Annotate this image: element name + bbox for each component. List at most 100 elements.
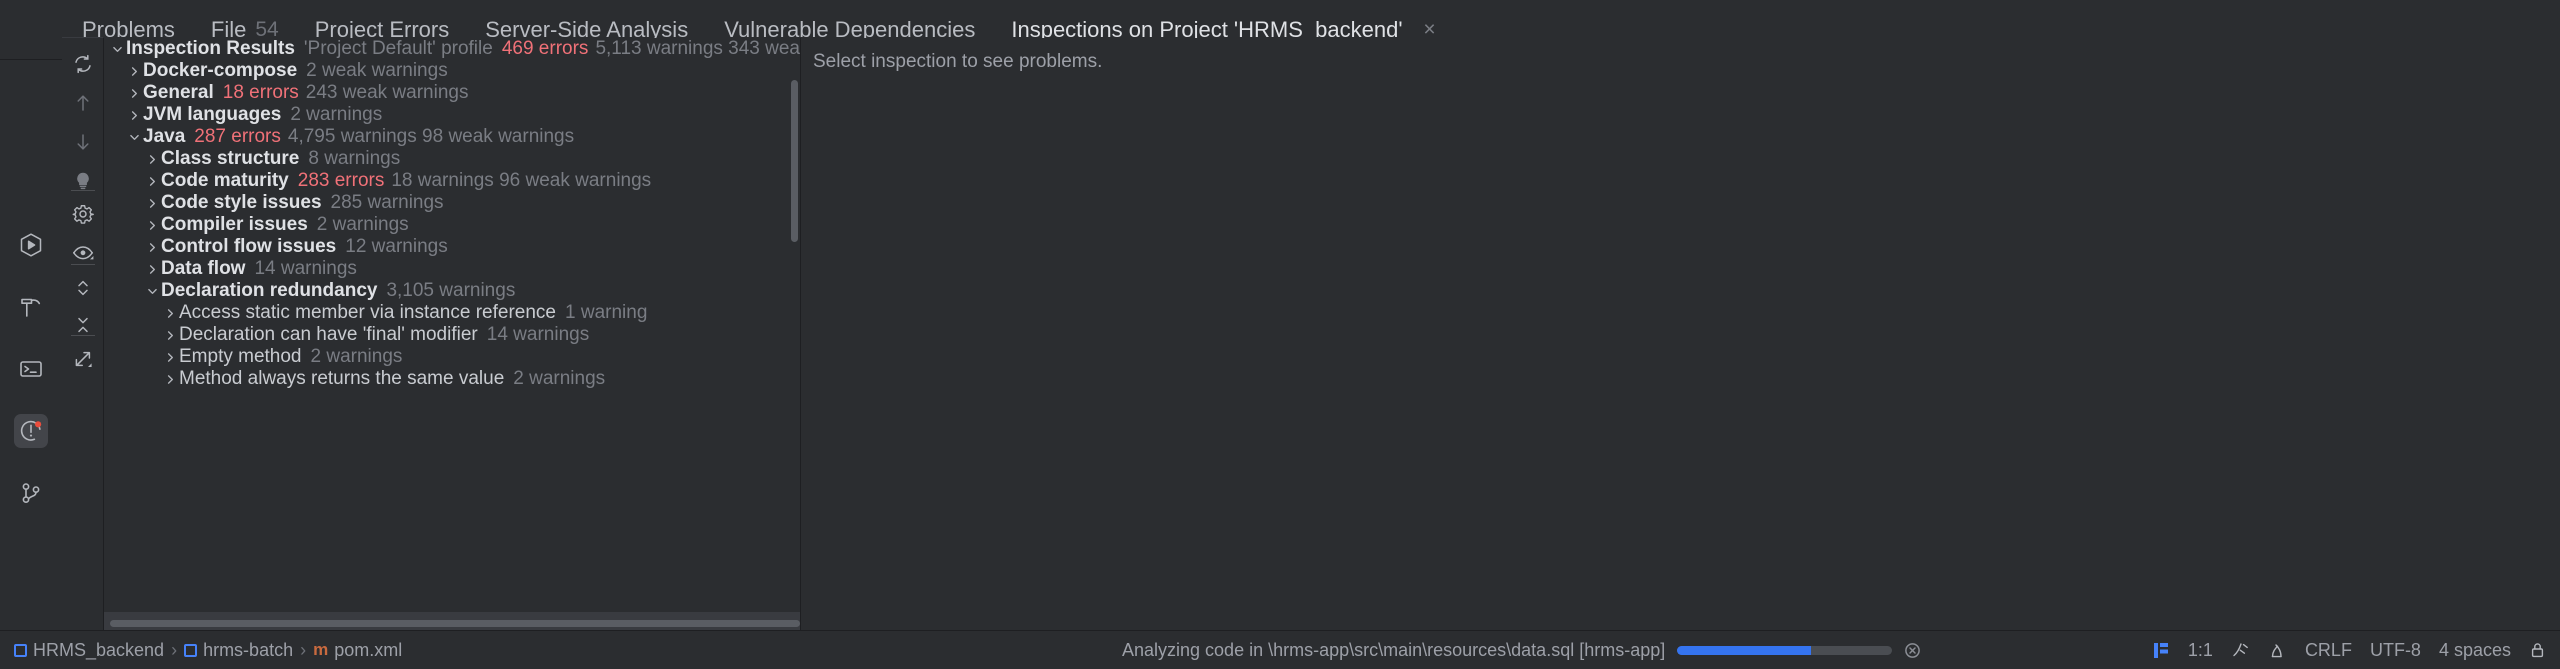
chevron-right-icon[interactable] (144, 242, 161, 253)
tree-row-class-structure[interactable]: Class structure 8 warnings (104, 148, 800, 170)
progress-text: Analyzing code in \hrms-app\src\main\res… (1122, 639, 1666, 660)
caret-position[interactable]: 1:1 (2188, 640, 2213, 661)
indexing-status-icon[interactable] (2268, 641, 2287, 660)
tree-row-access-static-member-via-instance-reference[interactable]: Access static member via instance refere… (104, 302, 800, 324)
status-bar-right-group: 1:1 CRLF UTF-8 4 spaces (2153, 640, 2546, 661)
tree-row-control-flow-issues[interactable]: Control flow issues 12 warnings (104, 236, 800, 258)
tree-row-label: Docker-compose (143, 60, 298, 81)
tree-vertical-scrollbar[interactable] (791, 80, 798, 242)
chevron-right-icon[interactable] (162, 352, 179, 363)
tree-row-profile: 'Project Default' profile (303, 38, 493, 59)
run-icon[interactable] (14, 228, 48, 262)
tree-horizontal-scroll-track (104, 612, 800, 630)
tree-row-label: Method always returns the same value (179, 368, 505, 389)
chevron-right-icon[interactable] (144, 154, 161, 165)
next-problem-arrow-down-icon[interactable] (67, 126, 99, 158)
activity-bar (0, 60, 62, 630)
expand-all-icon[interactable] (67, 272, 99, 304)
tree-row-compiler-issues[interactable]: Compiler issues 2 warnings (104, 214, 800, 236)
breadcrumb-item-file[interactable]: m pom.xml (313, 640, 402, 661)
tree-row-counts: 1 warning (565, 302, 648, 323)
tree-row-empty-method[interactable]: Empty method 2 warnings (104, 346, 800, 368)
tree-row-label: Java (143, 126, 186, 147)
tree-row-inspection-results[interactable]: Inspection Results 'Project Default' prof… (104, 38, 800, 60)
tree-row-label: JVM languages (143, 104, 282, 125)
chevron-right-icon[interactable] (144, 220, 161, 231)
previous-problem-arrow-up-icon[interactable] (67, 87, 99, 119)
problems-summary-icon[interactable] (2153, 641, 2170, 660)
settings-gear-icon[interactable] (67, 198, 99, 230)
chevron-right-icon[interactable] (126, 66, 143, 77)
chevron-right-icon[interactable] (126, 88, 143, 99)
tree-row-java[interactable]: Java 287 errors 4,795 warnings 98 weak war… (104, 126, 800, 148)
background-task-indicator[interactable]: Analyzing code in \hrms-app\src\main\res… (1122, 640, 1921, 661)
tree-row-docker-compose[interactable]: Docker-compose 2 weak warnings (104, 60, 800, 82)
tree-row-general[interactable]: General 18 errors 243 weak warnings (104, 82, 800, 104)
inspection-panel-toolbar (62, 37, 104, 630)
problems-tool-window: Problems File 54 Project Errors Server-S… (0, 0, 2560, 669)
tree-row-label: Inspection Results (126, 38, 295, 59)
breadcrumb-separator: › (300, 639, 307, 660)
problems-icon[interactable] (14, 414, 48, 448)
tree-row-declaration-redundancy[interactable]: Declaration redundancy 3,105 warnings (104, 280, 800, 302)
progress-bar (1677, 645, 1893, 655)
breadcrumb-label: pom.xml (334, 639, 403, 660)
chevron-down-icon[interactable] (126, 132, 143, 143)
tree-horizontal-scrollbar[interactable] (110, 620, 800, 627)
version-control-branch-icon[interactable] (14, 476, 48, 510)
module-icon (14, 643, 27, 657)
tree-row-label: Declaration redundancy (161, 280, 378, 301)
tree-row-counts: 18 warnings 96 weak warnings (391, 170, 652, 191)
build-hammer-icon[interactable] (14, 290, 48, 324)
chevron-right-icon[interactable] (144, 264, 161, 275)
tree-row-counts: 4,795 warnings 98 weak warnings (287, 126, 575, 147)
collapse-all-icon[interactable] (67, 309, 99, 341)
breadcrumb-separator: › (171, 639, 178, 660)
chevron-right-icon[interactable] (162, 374, 179, 385)
tree-row-jvm-languages[interactable]: JVM languages 2 warnings (104, 104, 800, 126)
breadcrumb: HRMS_backend › hrms-batch › m pom.xml (0, 640, 402, 661)
export-icon[interactable] (67, 343, 99, 375)
file-encoding[interactable]: UTF-8 (2370, 640, 2421, 661)
terminal-icon[interactable] (14, 352, 48, 386)
chevron-right-icon[interactable] (162, 330, 179, 341)
line-separator[interactable]: CRLF (2305, 640, 2352, 661)
chevron-right-icon[interactable] (144, 198, 161, 209)
chevron-down-icon[interactable] (144, 286, 161, 297)
chevron-right-icon[interactable] (126, 110, 143, 121)
stop-task-icon[interactable] (1904, 642, 1921, 659)
chevron-down-icon[interactable] (109, 44, 126, 55)
tree-row-counts: 2 warnings (316, 214, 409, 235)
maven-icon: m (313, 640, 329, 659)
chevron-right-icon[interactable] (162, 308, 179, 319)
tree-row-declaration-can-have-final-modifier[interactable]: Declaration can have 'final' modifier 14 … (104, 324, 800, 346)
inspection-results-tree[interactable]: Inspection Results 'Project Default' prof… (104, 38, 800, 630)
tree-row-error-count: 18 errors (222, 82, 299, 103)
rerun-inspections-icon[interactable] (67, 48, 99, 80)
tree-row-label: Compiler issues (161, 214, 308, 235)
tree-row-counts: 243 weak warnings (305, 82, 469, 103)
tree-row-counts: 2 warnings (513, 368, 606, 389)
lock-icon[interactable] (2529, 641, 2546, 659)
breadcrumb-item-module[interactable]: hrms-batch (184, 640, 293, 661)
lightbulb-quickfix-icon[interactable] (67, 165, 99, 197)
indent-size[interactable]: 4 spaces (2439, 640, 2511, 661)
toolbar-separator (71, 264, 95, 265)
inspection-widget-icon[interactable] (2231, 641, 2250, 660)
tree-row-counts: 2 weak warnings (306, 60, 448, 81)
tree-row-label: Declaration can have 'final' modifier (179, 324, 478, 345)
tree-row-counts: 12 warnings (345, 236, 448, 257)
status-bar: HRMS_backend › hrms-batch › m pom.xml An… (0, 630, 2560, 669)
tree-row-data-flow[interactable]: Data flow 14 warnings (104, 258, 800, 280)
breadcrumb-item-project[interactable]: HRMS_backend (14, 640, 164, 661)
tree-row-code-maturity[interactable]: Code maturity 283 errors 18 warnings 96 we… (104, 170, 800, 192)
tree-row-method-always-returns-the-same-value[interactable]: Method always returns the same value 2 wa… (104, 368, 800, 390)
chevron-right-icon[interactable] (144, 176, 161, 187)
tree-row-label: Code style issues (161, 192, 322, 213)
inspection-detail-pane: Select inspection to see problems. (801, 38, 2560, 630)
close-icon[interactable]: × (1421, 19, 1439, 40)
tree-row-code-style-issues[interactable]: Code style issues 285 warnings (104, 192, 800, 214)
tree-row-label: Control flow issues (161, 236, 337, 257)
tree-row-counts: 14 warnings (486, 324, 590, 345)
tree-row-counts: 8 warnings (308, 148, 401, 169)
